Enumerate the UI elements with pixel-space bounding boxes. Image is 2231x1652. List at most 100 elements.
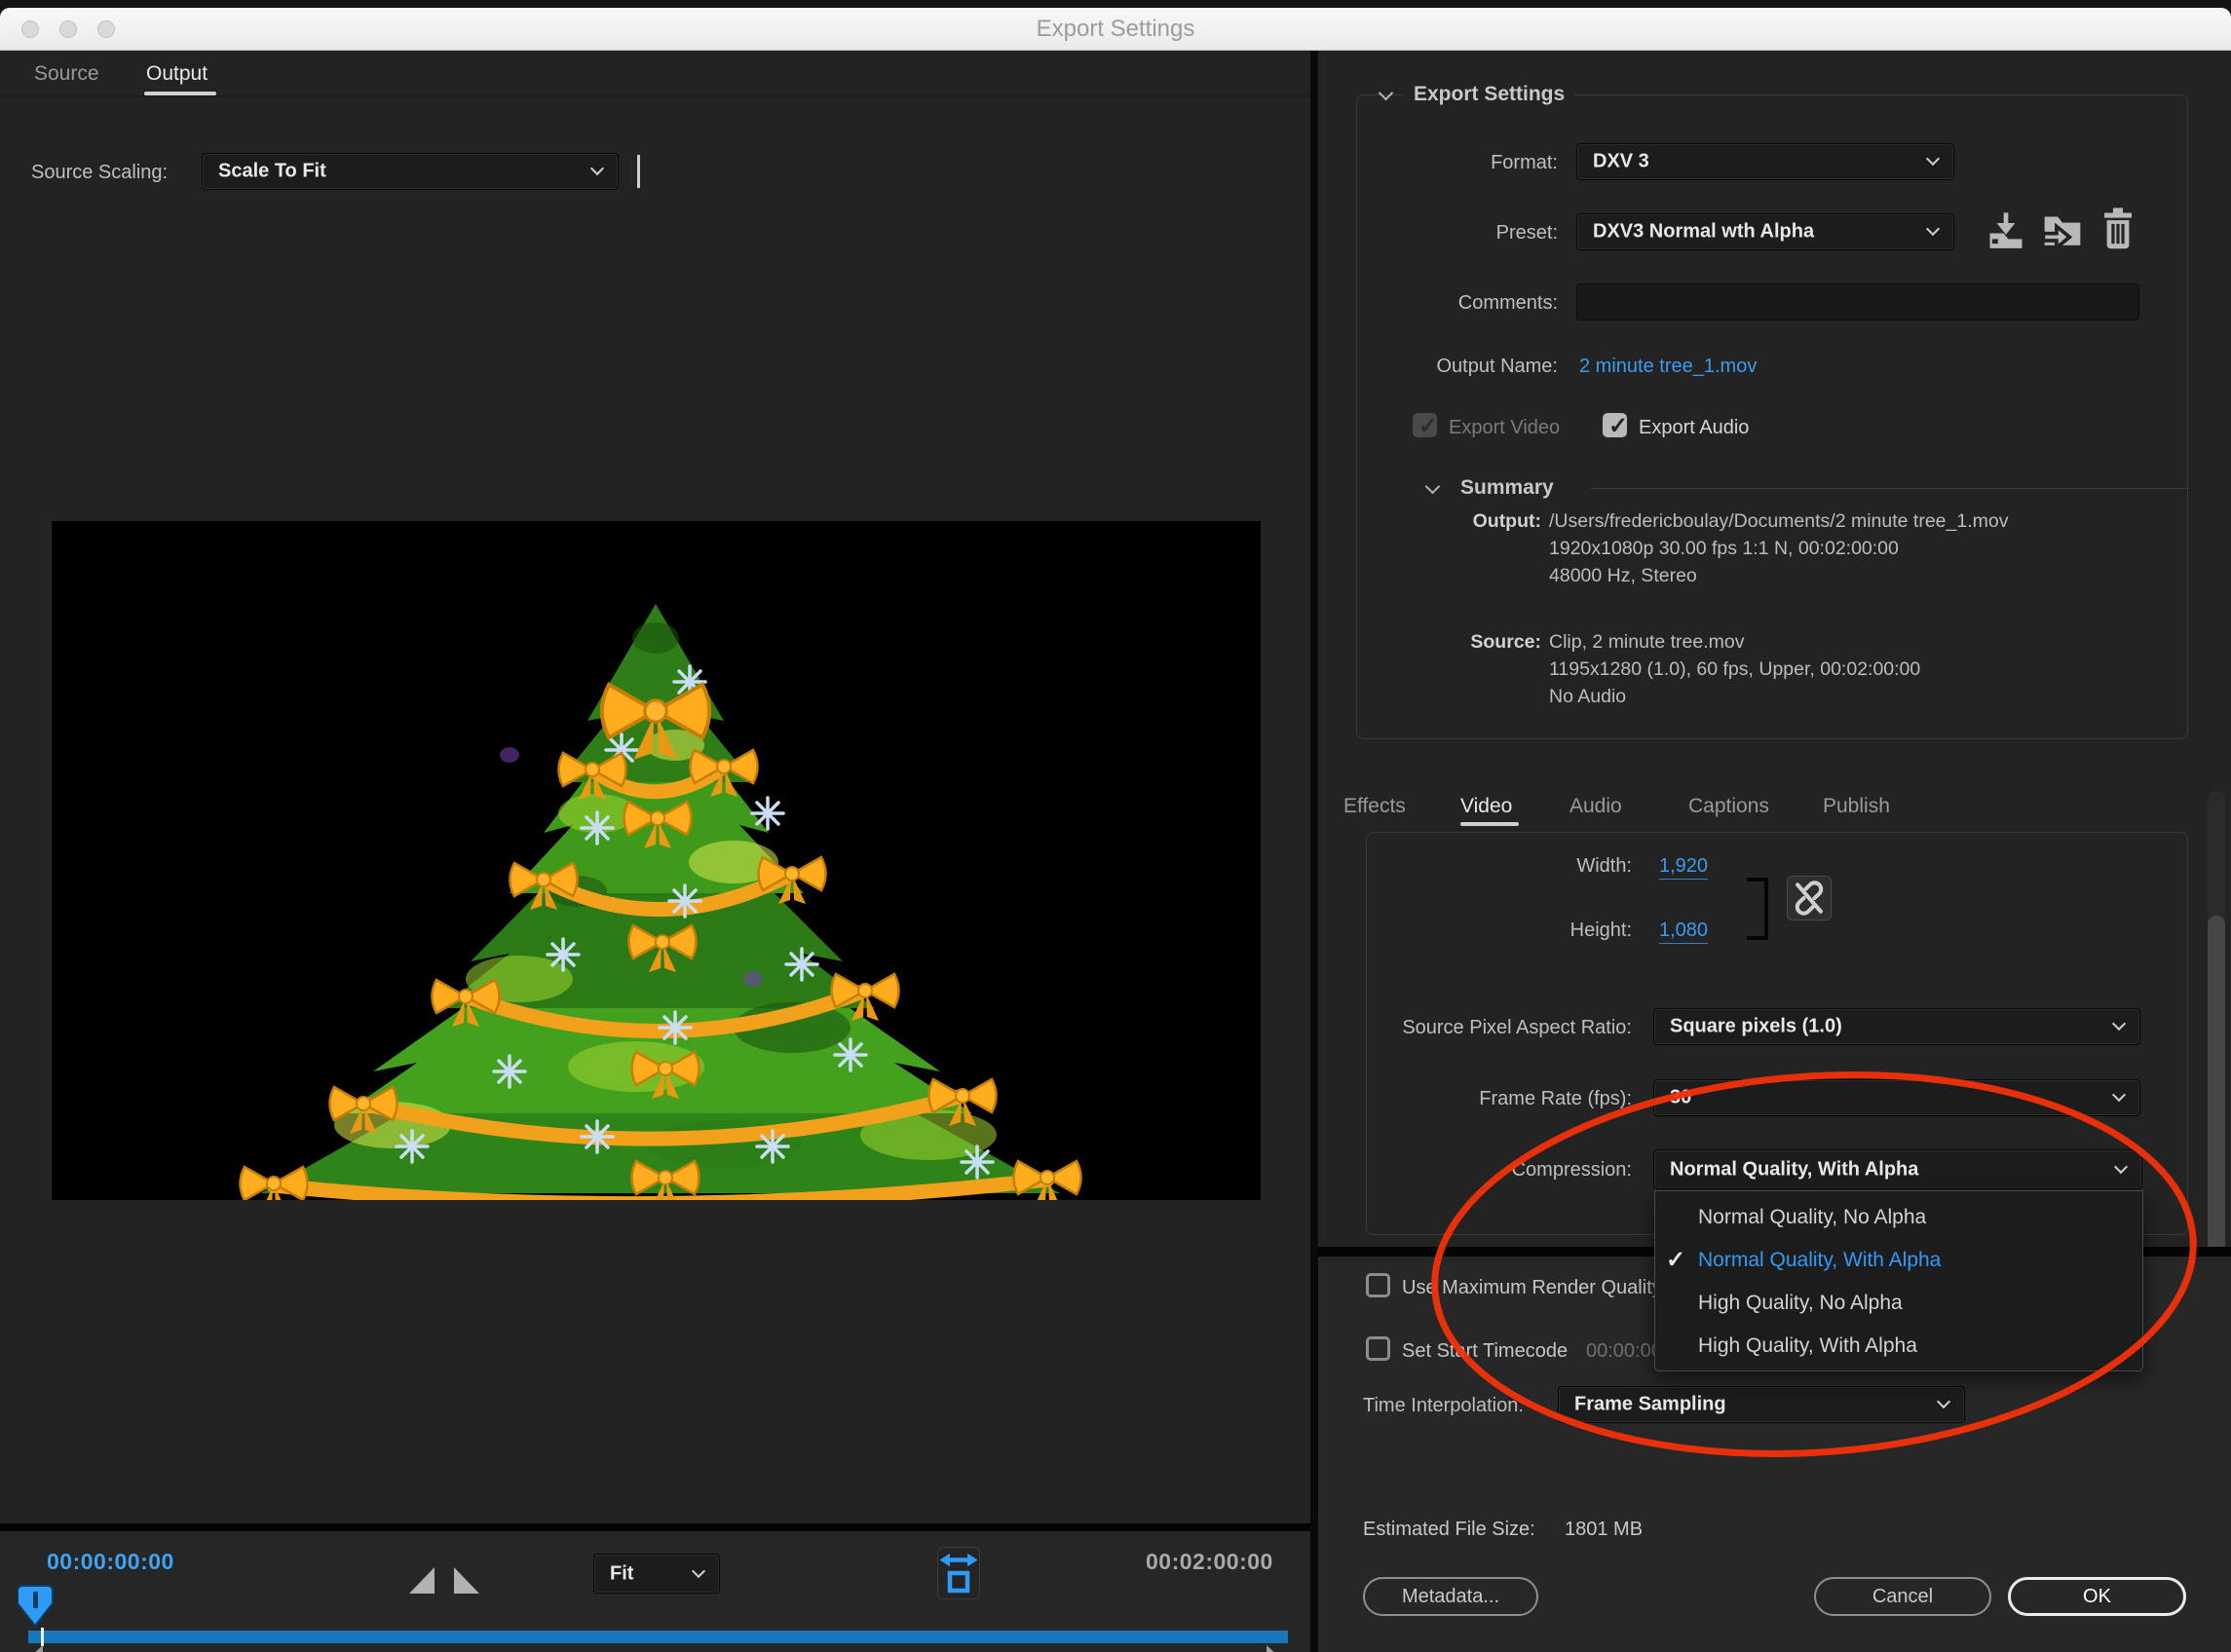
tab-video-underline bbox=[1460, 822, 1519, 826]
tab-source[interactable]: Source bbox=[34, 62, 99, 86]
menu-item-high-with-alpha[interactable]: High Quality, With Alpha bbox=[1655, 1325, 2142, 1368]
transport-bar: 00:00:00:00 Fit 00:02:00:00 bbox=[0, 1523, 1310, 1652]
set-in-point-icon[interactable] bbox=[409, 1567, 435, 1594]
tab-publish[interactable]: Publish bbox=[1823, 795, 1890, 818]
divider bbox=[0, 95, 1310, 96]
summary-output-label: Output: bbox=[1357, 510, 1541, 533]
height-label: Height: bbox=[1377, 920, 1632, 942]
trim-out-handle[interactable] bbox=[1267, 1645, 1288, 1652]
christmas-tree-graphic bbox=[52, 521, 1261, 1200]
trim-in-handle[interactable] bbox=[21, 1645, 43, 1652]
scrollbar-thumb[interactable] bbox=[2208, 916, 2225, 1257]
preset-label: Preset: bbox=[1357, 222, 1558, 244]
output-name-link[interactable]: 2 minute tree_1.mov bbox=[1579, 356, 1757, 378]
summary-header[interactable]: Summary bbox=[1451, 476, 1564, 500]
chevron-down-icon bbox=[1937, 1395, 1950, 1408]
width-label: Width: bbox=[1377, 855, 1632, 878]
set-start-timecode-label: Set Start Timecode bbox=[1402, 1340, 1568, 1363]
estimated-file-size-value: 1801 MB bbox=[1565, 1519, 1643, 1541]
frame-rate-label: Frame Rate (fps): bbox=[1377, 1088, 1632, 1110]
summary-output-line: 1920x1080p 30.00 fps 1:1 N, 00:02:00:00 bbox=[1549, 538, 1899, 560]
summary-source-line: Clip, 2 minute tree.mov bbox=[1549, 631, 1745, 654]
export-video-label: Export Video bbox=[1449, 417, 1560, 439]
compression-select[interactable]: Normal Quality, With Alpha bbox=[1653, 1149, 2142, 1189]
tab-video[interactable]: Video bbox=[1460, 795, 1512, 818]
menu-item-normal-with-alpha[interactable]: ✓ Normal Quality, With Alpha bbox=[1655, 1239, 2142, 1282]
link-off-icon bbox=[1788, 877, 1831, 920]
import-preset-icon[interactable] bbox=[2041, 208, 2084, 251]
delete-preset-icon[interactable] bbox=[2099, 206, 2136, 251]
export-settings-header[interactable]: Export Settings bbox=[1404, 83, 1574, 106]
tab-captions[interactable]: Captions bbox=[1688, 795, 1769, 818]
use-max-quality-label: Use Maximum Render Quality bbox=[1402, 1277, 1662, 1299]
summary-source-line: 1195x1280 (1.0), 60 fps, Upper, 00:02:00… bbox=[1549, 658, 1920, 681]
timeline-track[interactable] bbox=[28, 1631, 1288, 1643]
window-titlebar: Export Settings bbox=[0, 8, 2231, 51]
source-scaling-select[interactable]: Scale To Fit bbox=[202, 153, 619, 190]
text-caret bbox=[637, 155, 640, 188]
duration-timecode: 00:02:00:00 bbox=[1146, 1549, 1273, 1575]
pixel-aspect-ratio-select[interactable]: Square pixels (1.0) bbox=[1653, 1008, 2140, 1045]
format-select[interactable]: DXV 3 bbox=[1576, 143, 1954, 180]
preview-zoom-select[interactable]: Fit bbox=[593, 1554, 720, 1594]
chevron-down-icon bbox=[590, 162, 604, 175]
tab-output[interactable]: Output bbox=[146, 62, 208, 86]
crop-proportions-icon bbox=[938, 1548, 979, 1598]
ok-button[interactable]: OK bbox=[2008, 1577, 2186, 1616]
link-dimensions-button[interactable] bbox=[1787, 876, 1832, 920]
width-value[interactable]: 1,920 bbox=[1659, 855, 1708, 880]
save-preset-icon[interactable] bbox=[1986, 208, 2025, 251]
tab-audio[interactable]: Audio bbox=[1569, 795, 1622, 818]
summary-output-line: /Users/fredericboulay/Documents/2 minute… bbox=[1549, 510, 2008, 533]
summary-source-label: Source: bbox=[1357, 631, 1541, 654]
comments-label: Comments: bbox=[1357, 292, 1558, 315]
check-icon: ✓ bbox=[1608, 412, 1628, 440]
dimension-bracket bbox=[1747, 878, 1768, 940]
current-timecode: 00:00:00:00 bbox=[47, 1549, 174, 1575]
export-audio-checkbox[interactable]: ✓ bbox=[1603, 413, 1627, 437]
set-out-point-icon[interactable] bbox=[454, 1567, 479, 1594]
divider bbox=[1591, 488, 2187, 489]
chevron-down-icon bbox=[1926, 222, 1940, 236]
chevron-down-icon bbox=[2114, 1159, 2128, 1173]
format-label: Format: bbox=[1357, 152, 1558, 174]
time-interpolation-select[interactable]: Frame Sampling bbox=[1558, 1386, 1965, 1423]
set-start-timecode-checkbox[interactable] bbox=[1366, 1336, 1390, 1361]
output-name-label: Output Name: bbox=[1357, 356, 1558, 378]
metadata-button[interactable]: Metadata... bbox=[1363, 1577, 1538, 1616]
playhead-marker[interactable] bbox=[18, 1584, 57, 1629]
use-max-quality-checkbox[interactable] bbox=[1366, 1273, 1390, 1297]
source-scaling-label: Source Scaling: bbox=[31, 162, 168, 184]
preview-panel: Source Output Source Scaling: Scale To F… bbox=[0, 51, 1310, 1652]
panel-divider bbox=[1310, 51, 1318, 1652]
summary-output-line: 48000 Hz, Stereo bbox=[1549, 565, 1697, 587]
pixel-aspect-ratio-label: Source Pixel Aspect Ratio: bbox=[1377, 1017, 1632, 1039]
compression-dropdown-menu: Normal Quality, No Alpha ✓ Normal Qualit… bbox=[1654, 1190, 2143, 1371]
export-audio-label: Export Audio bbox=[1639, 417, 1749, 439]
menu-item-high-no-alpha[interactable]: High Quality, No Alpha bbox=[1655, 1282, 2142, 1325]
export-settings-window: Export Settings Source Output Source Sca… bbox=[0, 0, 2231, 1652]
preview-image bbox=[52, 521, 1261, 1200]
chevron-down-icon bbox=[2112, 1017, 2126, 1031]
time-interpolation-label: Time Interpolation: bbox=[1363, 1395, 1524, 1417]
chevron-down-icon bbox=[2112, 1088, 2126, 1102]
chevron-down-icon bbox=[1926, 152, 1940, 166]
cancel-button[interactable]: Cancel bbox=[1814, 1577, 1991, 1616]
playhead-line bbox=[41, 1628, 44, 1646]
comments-input[interactable] bbox=[1576, 283, 2139, 320]
menu-item-normal-no-alpha[interactable]: Normal Quality, No Alpha bbox=[1655, 1196, 2142, 1239]
settings-panel: Export Settings Format: DXV 3 Preset: DX… bbox=[1318, 51, 2231, 1652]
crop-proportions-button[interactable] bbox=[937, 1547, 980, 1599]
check-icon: ✓ bbox=[1666, 1239, 1685, 1282]
export-video-checkbox[interactable]: ✓ bbox=[1413, 413, 1437, 437]
height-value[interactable]: 1,080 bbox=[1659, 920, 1708, 944]
check-icon: ✓ bbox=[1418, 412, 1438, 440]
frame-rate-select[interactable]: 30 bbox=[1653, 1079, 2140, 1116]
tab-effects[interactable]: Effects bbox=[1343, 795, 1406, 818]
summary-source-line: No Audio bbox=[1549, 686, 1626, 708]
window-title: Export Settings bbox=[0, 8, 2231, 51]
compression-label: Compression: bbox=[1377, 1159, 1632, 1182]
chevron-down-icon bbox=[692, 1563, 705, 1577]
estimated-file-size-label: Estimated File Size: bbox=[1363, 1519, 1535, 1541]
preset-select[interactable]: DXV3 Normal wth Alpha bbox=[1576, 213, 1954, 250]
